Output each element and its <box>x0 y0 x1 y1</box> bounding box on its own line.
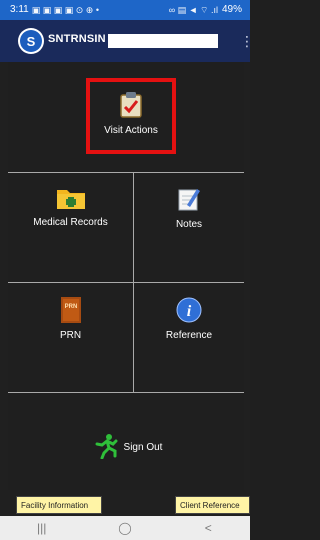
divider-middle <box>8 282 244 283</box>
visit-actions-button[interactable]: Visit Actions <box>86 78 176 154</box>
app-title: SNTRNSIN - <box>48 33 113 45</box>
notepad-pen-icon <box>134 186 244 215</box>
app-bar: S SNTRNSIN - ⋮ <box>0 20 254 62</box>
visit-actions-label: Visit Actions <box>104 125 158 136</box>
client-reference-button[interactable]: Client Reference <box>175 496 250 514</box>
android-nav-bar: ||| ◯ < <box>0 516 250 540</box>
main-grid: Visit Actions Medical Records Notes PRN … <box>8 62 244 490</box>
info-icon-glyph: i <box>187 303 192 320</box>
folder-plus-icon <box>8 186 133 213</box>
battery-level: 49% <box>221 4 242 15</box>
prn-icon-text: PRN <box>64 304 77 310</box>
title-redaction-field <box>108 34 218 48</box>
divider-bottom <box>8 392 244 393</box>
status-bar: 3:11 ▣ ▣ ▣ ▣ ⊙ ⊕ • ∞ ▤ ◄ ⌔ .ıl 49% <box>0 0 250 20</box>
divider-top <box>8 172 244 173</box>
reference-button[interactable]: i Reference <box>134 297 244 377</box>
info-icon: i <box>134 297 244 326</box>
facility-information-button[interactable]: Facility Information <box>16 496 102 514</box>
notes-button[interactable]: Notes <box>134 186 244 266</box>
clipboard-check-icon <box>90 92 172 121</box>
recent-apps-icon[interactable]: ||| <box>22 521 62 535</box>
status-right: ∞ ▤ ◄ ⌔ .ıl 49% <box>169 0 242 20</box>
prn-book-icon: PRN <box>8 297 133 326</box>
reference-label: Reference <box>165 330 213 341</box>
overflow-menu-icon[interactable]: ⋮ <box>240 34 254 50</box>
status-left: 3:11 ▣ ▣ ▣ ▣ ⊙ ⊕ • <box>10 0 99 20</box>
back-icon[interactable]: < <box>188 521 228 535</box>
sign-out-button[interactable]: Sign Out <box>68 432 188 462</box>
running-man-exit-icon <box>94 433 118 462</box>
prn-button[interactable]: PRN PRN <box>8 297 133 377</box>
app-screen: 3:11 ▣ ▣ ▣ ▣ ⊙ ⊕ • ∞ ▤ ◄ ⌔ .ıl 49% S SNT… <box>0 0 254 540</box>
prn-label: PRN <box>59 330 82 341</box>
network-icons: ∞ ▤ ◄ ⌔ .ıl <box>168 5 218 15</box>
app-logo-icon: S <box>18 28 44 54</box>
medical-records-label: Medical Records <box>33 217 108 228</box>
sign-out-label: Sign Out <box>123 441 163 453</box>
notes-label: Notes <box>175 219 203 230</box>
status-time: 3:11 <box>10 4 29 15</box>
logo-letter: S <box>20 30 42 52</box>
home-icon[interactable]: ◯ <box>105 521 145 535</box>
notification-icons: ▣ ▣ ▣ ▣ ⊙ ⊕ • <box>31 5 99 15</box>
medical-records-button[interactable]: Medical Records <box>8 186 133 266</box>
